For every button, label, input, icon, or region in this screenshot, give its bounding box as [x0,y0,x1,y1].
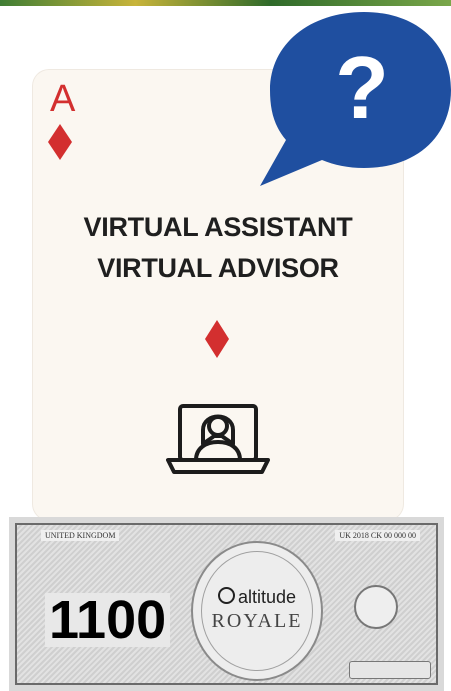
banknote-seal-icon [354,585,398,629]
banknote-brand: altitude [205,587,309,608]
banknote-country: UNITED KINGDOM [41,530,120,541]
card-title-line-1: VIRTUAL ASSISTANT [83,212,353,242]
diamond-suit-icon [205,320,229,358]
card-title-line-2: VIRTUAL ADVISOR [97,253,339,283]
question-speech-bubble-icon[interactable]: ? [252,8,451,188]
brand-ring-icon [217,587,235,604]
person-on-laptop-icon [166,404,270,474]
banknote-signature-box [349,661,431,679]
top-background-strip [0,0,451,6]
banknote-brand-sub: ROYALE [211,610,303,632]
brand-name: altitude [237,587,297,607]
banknote-serial: UK 2018 CK 00 000 00 [335,530,420,541]
diamond-suit-icon [48,124,72,160]
banknote-amount: 1100 [45,593,171,647]
card-rank: A [50,78,76,120]
banknote: UNITED KINGDOM UK 2018 CK 00 000 00 alti… [9,517,444,691]
svg-text:?: ? [335,38,389,137]
